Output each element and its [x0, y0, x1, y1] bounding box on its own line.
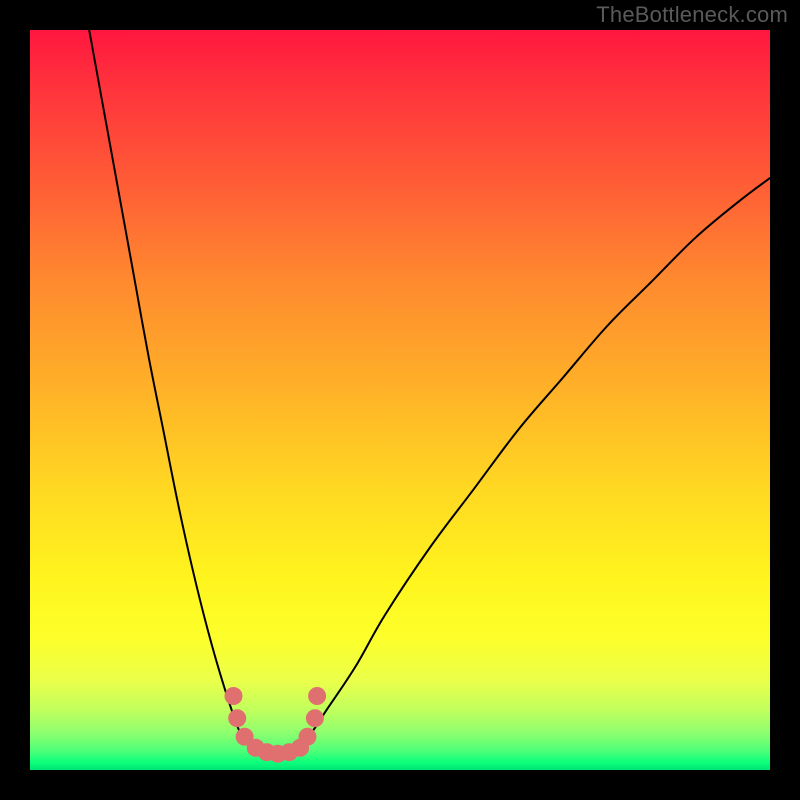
plot-area [30, 30, 770, 770]
valley-marker [228, 709, 246, 727]
frame-left [0, 0, 30, 800]
watermark-text: TheBottleneck.com [596, 2, 788, 28]
valley-marker [299, 728, 317, 746]
valley-marker [225, 687, 243, 705]
frame-bottom [0, 770, 800, 800]
bottleneck-curve-svg [30, 30, 770, 770]
valley-marker [308, 687, 326, 705]
valley-markers-group [225, 687, 327, 763]
bottleneck-curve [89, 30, 770, 754]
frame-right [770, 0, 800, 800]
valley-marker [306, 709, 324, 727]
